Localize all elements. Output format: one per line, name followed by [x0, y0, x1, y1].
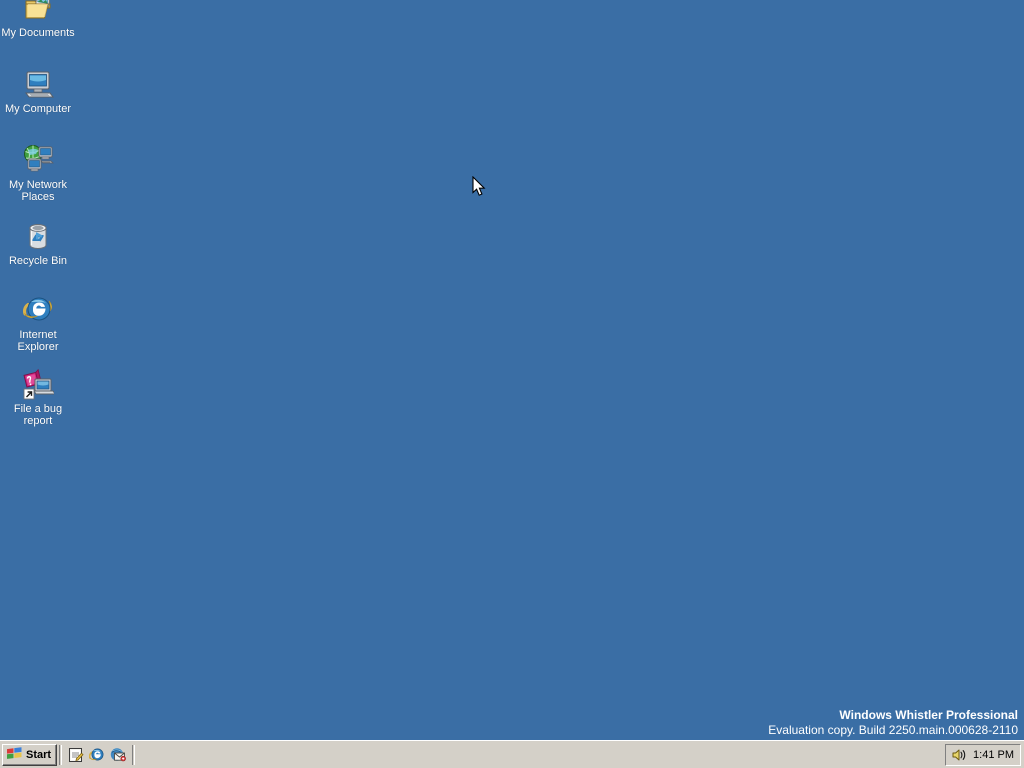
- taskbar[interactable]: Start: [0, 740, 1024, 768]
- taskbar-divider: [132, 745, 135, 765]
- outlook-express-icon[interactable]: [110, 747, 126, 763]
- taskbar-divider: [59, 745, 62, 765]
- watermark-subtitle: Evaluation copy. Build 2250.main.000628-…: [768, 723, 1018, 738]
- speaker-volume-icon[interactable]: [951, 747, 967, 763]
- desktop-icon-my-network-places[interactable]: My Network Places: [0, 144, 76, 203]
- desktop-icon-label: Internet Explorer: [18, 329, 59, 353]
- watermark-title: Windows Whistler Professional: [768, 708, 1018, 723]
- desktop-icon-label: My Network Places: [9, 179, 67, 203]
- desktop-icon-label: Recycle Bin: [9, 255, 67, 267]
- mouse-cursor-arrow-pointer-icon: [472, 176, 488, 198]
- desktop-icon-my-computer[interactable]: My Computer: [0, 68, 76, 115]
- desktop-icon-label: File a bug report: [14, 403, 62, 427]
- desktop-icon-label: My Documents: [1, 27, 74, 39]
- network-places-icon: [22, 144, 54, 176]
- internet-explorer-icon[interactable]: [89, 747, 105, 763]
- desktop-icon-recycle-bin[interactable]: Recycle Bin: [0, 220, 76, 267]
- show-desktop-icon[interactable]: [68, 747, 84, 763]
- system-tray[interactable]: 1:41 PM: [945, 744, 1021, 766]
- start-button[interactable]: Start: [2, 744, 57, 766]
- folder-documents-icon: [22, 0, 54, 24]
- internet-explorer-icon: [22, 294, 54, 326]
- taskbar-clock[interactable]: 1:41 PM: [973, 749, 1014, 761]
- computer-icon: [22, 68, 54, 100]
- quick-launch-bar[interactable]: [64, 747, 130, 763]
- desktop-icon-label: My Computer: [5, 103, 71, 115]
- taskbar-window-buttons-area[interactable]: [137, 744, 945, 766]
- desktop-icon-file-a-bug-report[interactable]: File a bug report: [0, 368, 76, 427]
- recycle-bin-icon: [22, 220, 54, 252]
- build-watermark: Windows Whistler Professional Evaluation…: [768, 708, 1018, 738]
- desktop-icon-internet-explorer[interactable]: Internet Explorer: [0, 294, 76, 353]
- bug-report-shortcut-icon: [22, 368, 54, 400]
- desktop-root[interactable]: My Documents My Computer: [0, 0, 1024, 768]
- windows-flag-icon: [6, 746, 23, 764]
- desktop-icon-layer: My Documents My Computer: [0, 0, 90, 460]
- start-button-label: Start: [26, 749, 51, 761]
- desktop-icon-my-documents[interactable]: My Documents: [0, 0, 76, 39]
